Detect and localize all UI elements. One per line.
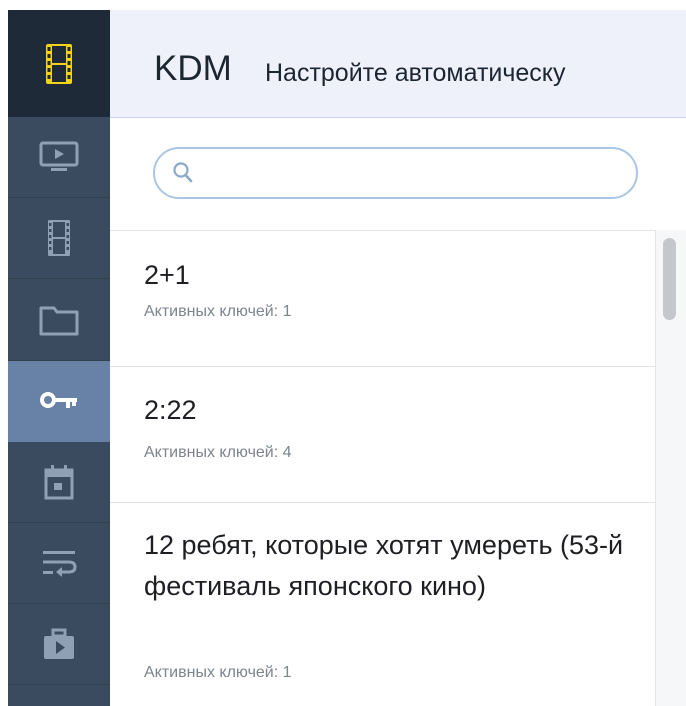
app-title: KDM xyxy=(154,49,232,88)
briefcase-play-icon xyxy=(44,628,74,659)
search-area xyxy=(110,118,655,230)
list-item[interactable]: 2+1 Активных ключей: 1 xyxy=(110,231,655,367)
active-keys-count: Активных ключей: 1 xyxy=(144,664,292,681)
sidebar xyxy=(8,10,110,706)
film-list: 2+1 Активных ключей: 1 2:22 Активных клю… xyxy=(110,230,655,706)
sidebar-item-keys[interactable] xyxy=(8,361,110,442)
kdm-app: KDM Настройте автоматическу 2+1 Активных… xyxy=(0,0,686,706)
app-header: KDM Настройте автоматическу xyxy=(110,10,686,118)
search-box[interactable] xyxy=(153,147,638,199)
calendar-icon xyxy=(44,465,74,500)
sidebar-item-films[interactable] xyxy=(8,198,110,279)
folder-icon xyxy=(39,306,79,335)
film-title: 12 ребят, которые хотят умереть (53-й фе… xyxy=(144,530,624,601)
logo[interactable] xyxy=(8,10,110,117)
sidebar-item-screens[interactable] xyxy=(8,117,110,198)
search-icon xyxy=(173,162,193,183)
tv-play-icon xyxy=(39,141,79,171)
active-keys-count: Активных ключей: 1 xyxy=(144,303,292,320)
key-icon xyxy=(40,392,77,408)
playlist-icon xyxy=(43,551,77,577)
list-scrollbar[interactable] xyxy=(655,230,686,706)
sidebar-item-schedule[interactable] xyxy=(8,442,110,523)
scrollbar-thumb[interactable] xyxy=(663,238,676,320)
film-strip-icon xyxy=(48,220,70,256)
film-title: 2:22 xyxy=(144,395,197,425)
active-keys-count: Активных ключей: 4 xyxy=(144,444,292,461)
sidebar-item-playlists[interactable] xyxy=(8,523,110,604)
list-item[interactable]: 2:22 Активных ключей: 4 xyxy=(110,367,655,503)
search-input[interactable] xyxy=(205,157,629,191)
sidebar-item-shows[interactable] xyxy=(8,604,110,685)
page-subtitle: Настройте автоматическу xyxy=(265,59,566,87)
sidebar-item-files[interactable] xyxy=(8,279,110,361)
film-logo-icon xyxy=(46,43,72,84)
list-item[interactable]: 12 ребят, которые хотят умереть (53-й фе… xyxy=(110,503,655,706)
film-title: 2+1 xyxy=(144,260,190,290)
